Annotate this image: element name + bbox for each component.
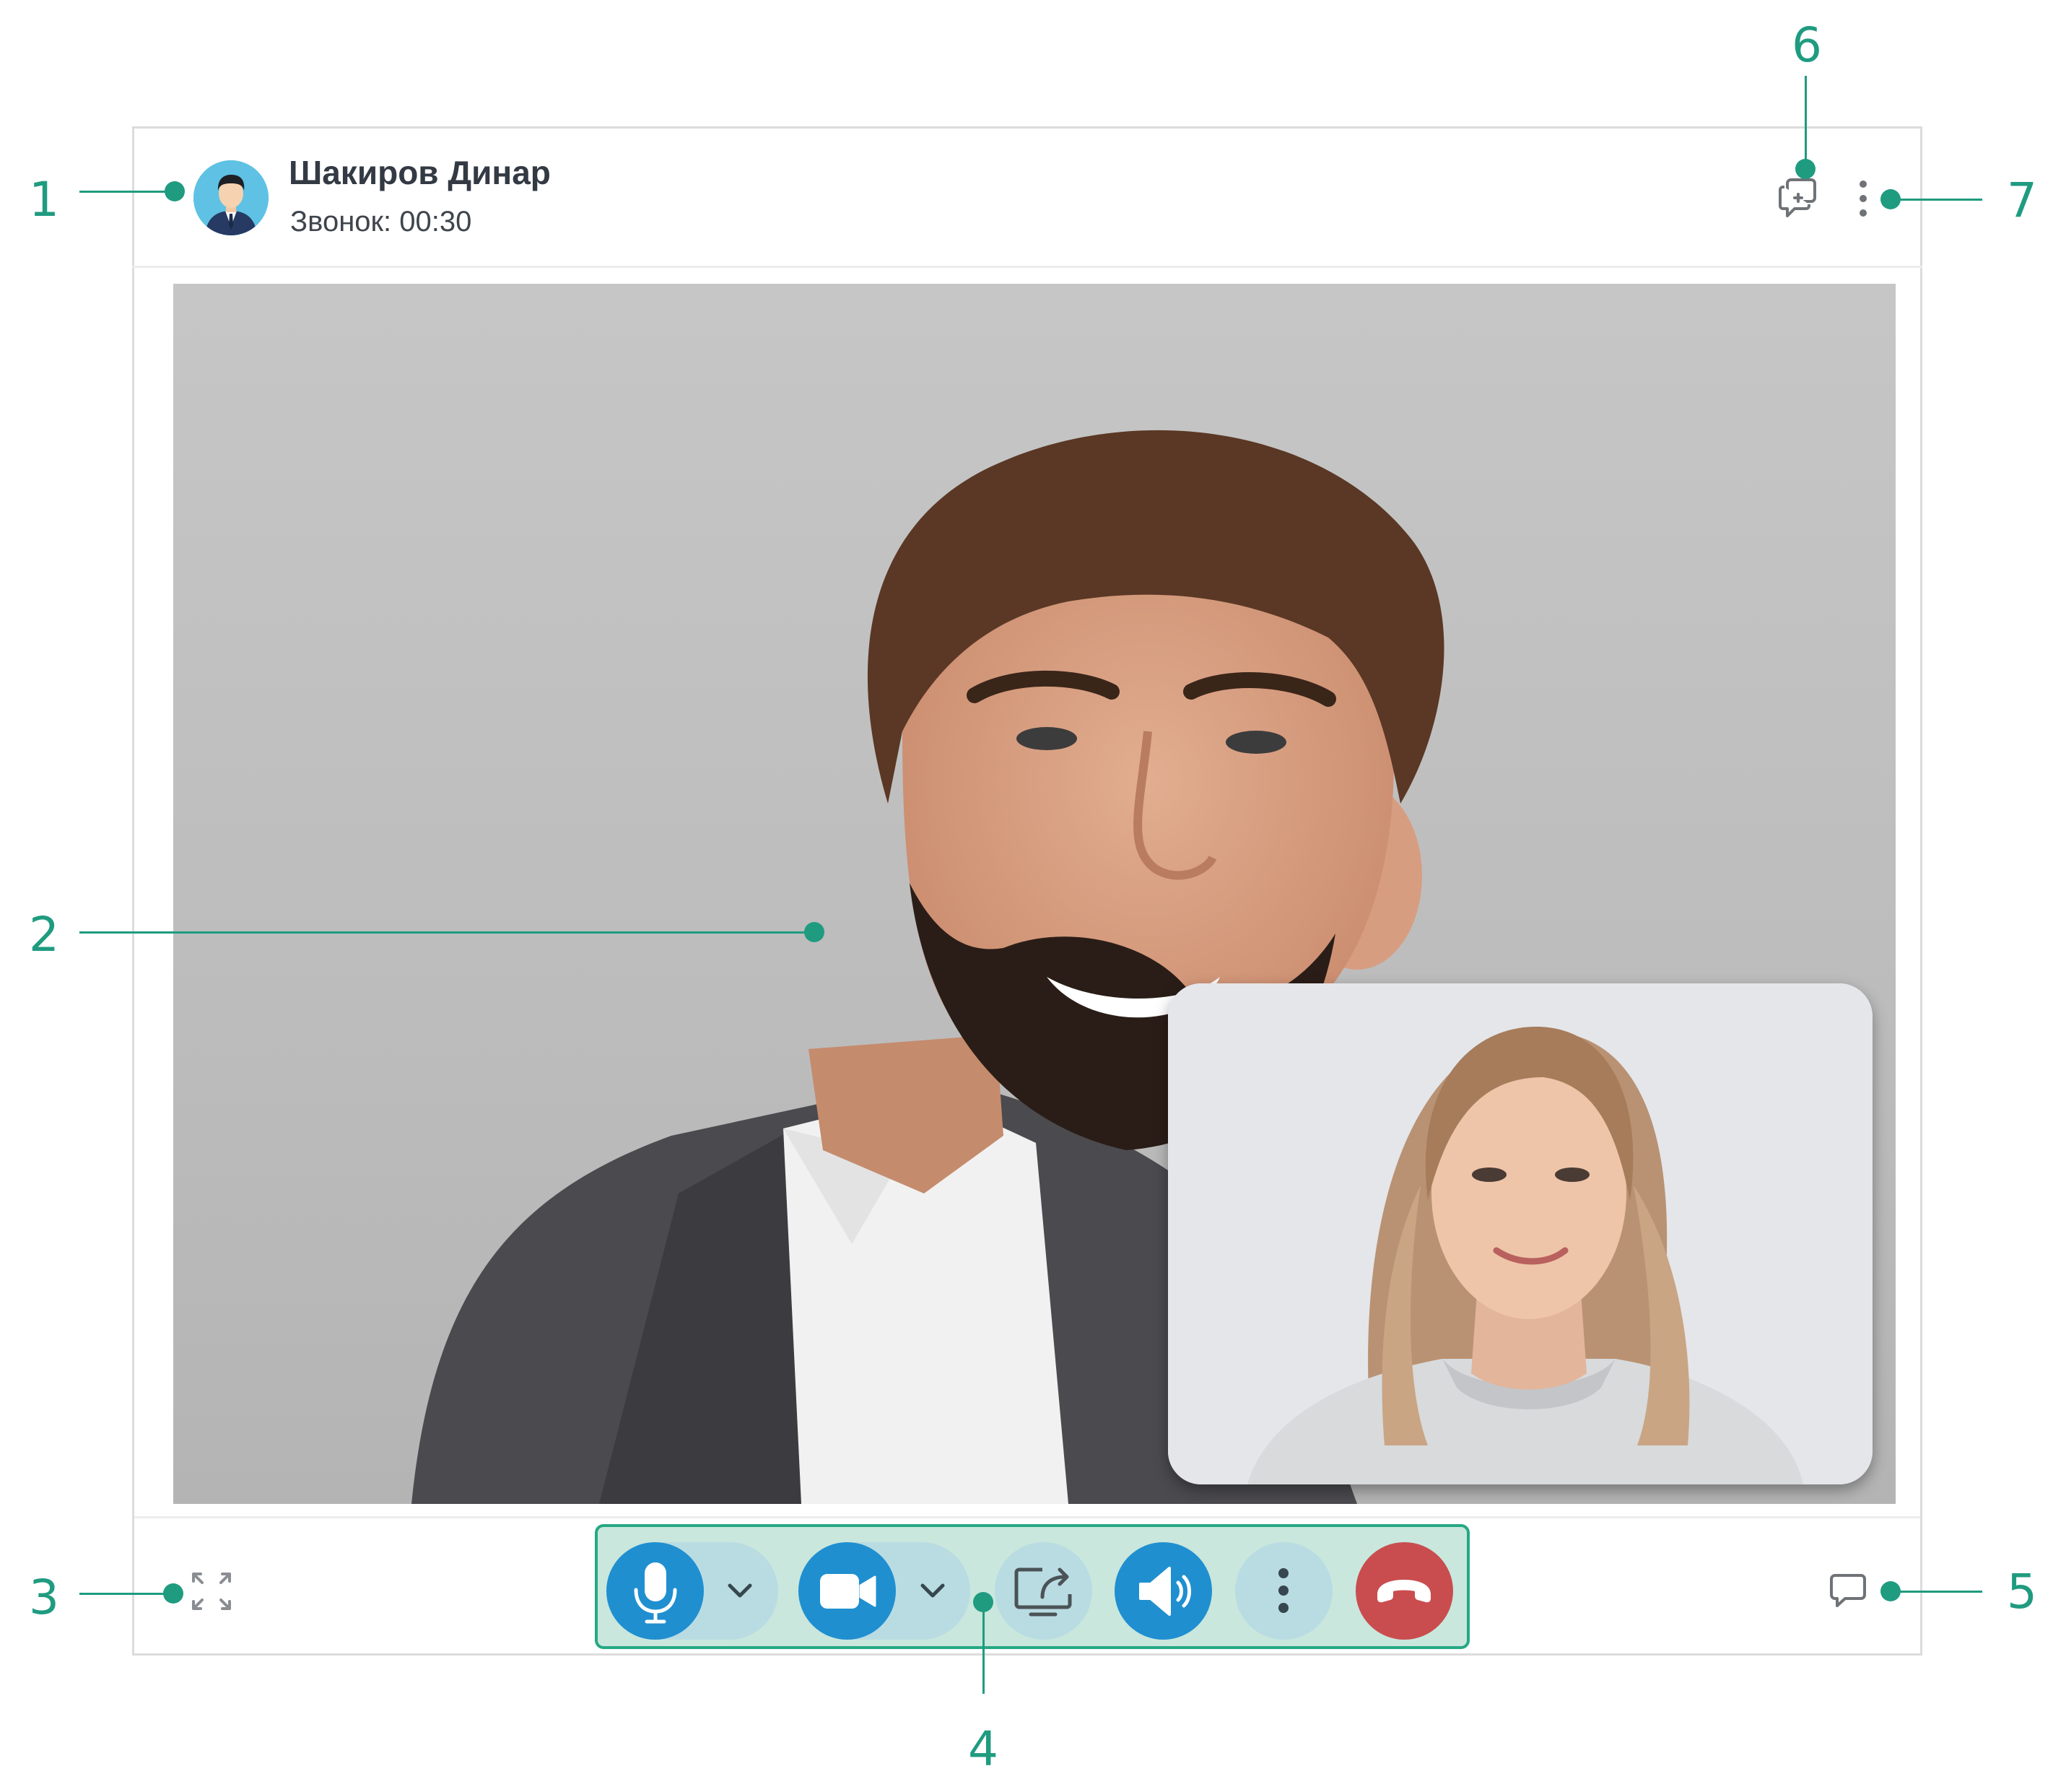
screen-share-icon bbox=[1014, 1567, 1072, 1617]
chat-button[interactable] bbox=[1829, 1573, 1867, 1609]
callout-2-label: 2 bbox=[29, 907, 59, 962]
callout-1-label: 1 bbox=[29, 172, 59, 227]
call-duration: Звонок: 00:30 bbox=[290, 206, 472, 238]
camera-button[interactable] bbox=[798, 1542, 896, 1640]
callout-2-line bbox=[79, 931, 817, 934]
local-participant-video bbox=[1168, 983, 1873, 1484]
video-camera-icon bbox=[820, 1574, 876, 1609]
callout-7-dot bbox=[1880, 189, 1901, 209]
callout-3-line bbox=[79, 1593, 173, 1595]
header-menu-button[interactable] bbox=[1852, 179, 1874, 218]
footer-divider bbox=[134, 1516, 1920, 1518]
callout-4-dot bbox=[973, 1592, 993, 1612]
callout-7-label: 7 bbox=[2007, 173, 2037, 228]
callout-1-line bbox=[79, 191, 175, 193]
callout-5-line bbox=[1899, 1591, 1982, 1593]
add-participant-button[interactable] bbox=[1777, 177, 1819, 219]
screen-share-button[interactable] bbox=[995, 1542, 1092, 1640]
camera-options-button[interactable] bbox=[911, 1571, 954, 1611]
callout-6-label: 6 bbox=[1792, 17, 1822, 73]
chevron-down-icon bbox=[728, 1583, 752, 1598]
speaker-icon bbox=[1139, 1567, 1191, 1616]
callout-6-dot bbox=[1795, 159, 1816, 179]
chevron-down-icon bbox=[920, 1583, 945, 1598]
vertical-dots-icon bbox=[1278, 1568, 1289, 1613]
callout-7-line bbox=[1899, 199, 1982, 201]
callout-3-dot bbox=[163, 1583, 183, 1604]
self-view-video[interactable] bbox=[1168, 983, 1873, 1484]
contact-avatar[interactable] bbox=[193, 160, 269, 235]
speaker-button[interactable] bbox=[1115, 1542, 1212, 1640]
chat-bubble-icon bbox=[1830, 1574, 1866, 1607]
callout-5-dot bbox=[1880, 1581, 1901, 1601]
call-header bbox=[132, 126, 1922, 268]
expand-icon bbox=[192, 1573, 231, 1610]
callout-4-label: 4 bbox=[968, 1721, 998, 1777]
callout-5-label: 5 bbox=[2007, 1564, 2037, 1619]
fullscreen-button[interactable] bbox=[191, 1571, 232, 1612]
phone-hangup-icon bbox=[1377, 1580, 1431, 1603]
microphone-options-button[interactable] bbox=[718, 1571, 762, 1611]
add-participant-icon bbox=[1779, 178, 1816, 217]
contact-name: Шакиров Динар bbox=[289, 154, 551, 191]
more-options-button[interactable] bbox=[1235, 1542, 1333, 1640]
microphone-icon bbox=[634, 1562, 677, 1624]
user-avatar-icon bbox=[193, 160, 269, 235]
microphone-button[interactable] bbox=[606, 1542, 704, 1640]
callout-6-line bbox=[1805, 76, 1807, 162]
vertical-dots-icon bbox=[1860, 180, 1867, 217]
hangup-button[interactable] bbox=[1356, 1542, 1453, 1640]
callout-3-label: 3 bbox=[29, 1570, 59, 1625]
callout-1-dot bbox=[165, 181, 185, 201]
callout-4-line bbox=[982, 1610, 985, 1694]
callout-2-dot bbox=[804, 922, 824, 942]
